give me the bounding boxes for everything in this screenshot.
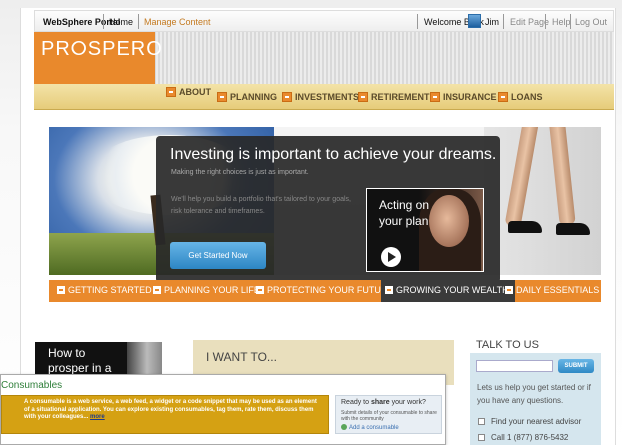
- tab-label: GETTING STARTED: [68, 285, 152, 295]
- arrow-icon: [385, 286, 393, 294]
- submit-button[interactable]: SUBMIT: [558, 359, 594, 373]
- arrow-icon: [478, 434, 485, 441]
- nav-item-investments[interactable]: INVESTMENTS: [282, 92, 359, 102]
- tab-label: PLANNING YOUR LIFE: [164, 285, 260, 295]
- toolbar-divider: [103, 14, 104, 29]
- promo-panel: Investing is important to achieve your d…: [156, 136, 500, 283]
- add-consumable-link[interactable]: Add a consumable: [341, 424, 399, 431]
- arrow-icon: [282, 92, 292, 102]
- arrow-icon: [57, 286, 65, 294]
- nav-item-label: INSURANCE: [443, 92, 497, 102]
- toolbar-divider: [570, 14, 571, 29]
- user-name[interactable]: Jim: [485, 17, 499, 27]
- tab-getting-started[interactable]: GETTING STARTED: [57, 285, 152, 295]
- i-want-to-title: I WANT TO...: [206, 350, 277, 364]
- tab-label: GROWING YOUR WEALTH: [396, 285, 509, 295]
- manage-content-link[interactable]: Manage Content: [144, 17, 211, 27]
- help-link[interactable]: Help: [552, 17, 571, 27]
- tab-daily-essentials[interactable]: DAILY ESSENTIALS: [505, 285, 599, 295]
- talk-to-us-title: TALK TO US: [476, 339, 539, 351]
- nav-item-insurance[interactable]: INSURANCE: [430, 92, 497, 102]
- logout-link[interactable]: Log Out: [575, 17, 607, 27]
- nav-item-label: LOANS: [511, 92, 543, 102]
- main-nav: ABOUT PLANNING INVESTMENTS RETIREMENT IN…: [34, 84, 614, 110]
- share-subtitle: Submit details of your consumable to sha…: [341, 410, 437, 422]
- topic-tabs: GETTING STARTED PLANNING YOUR LIFE PROTE…: [49, 280, 601, 302]
- talk-to-us-panel: SUBMIT Lets us help you get started or i…: [470, 353, 601, 445]
- link-label: Find your nearest advisor: [491, 417, 582, 426]
- nav-item-label: PLANNING: [230, 92, 277, 102]
- video-caption: Acting on your plan: [379, 198, 430, 228]
- portal-toolbar: WebSphere Portal Home Manage Content Wel…: [34, 10, 614, 32]
- play-icon[interactable]: [381, 247, 401, 267]
- toolbar-divider: [503, 14, 504, 29]
- video-thumbnail[interactable]: Acting on your plan: [366, 188, 484, 272]
- arrow-icon: [430, 92, 440, 102]
- logo-text: PR⭘SPERO: [41, 38, 163, 60]
- toolbar-divider: [545, 14, 546, 29]
- nav-item-about[interactable]: ABOUT: [166, 87, 211, 97]
- arrow-icon: [478, 418, 485, 425]
- tab-label: DAILY ESSENTIALS: [516, 285, 600, 295]
- arrow-icon: [217, 92, 227, 102]
- arrow-icon: [256, 286, 264, 294]
- link-label: Call 1 (877) 876-5432: [491, 433, 569, 442]
- tab-label: PROTECTING YOUR FUTURE: [267, 285, 394, 295]
- contact-input[interactable]: [476, 360, 553, 372]
- talk-to-us-text: Lets us help you get started or if you h…: [477, 383, 591, 405]
- add-icon: [341, 424, 347, 430]
- arrow-icon: [505, 286, 513, 294]
- promo-body: We'll help you build a portfolio that's …: [171, 196, 351, 215]
- heels-image: [484, 127, 601, 275]
- nav-item-planning[interactable]: PLANNING: [217, 92, 277, 102]
- call-link[interactable]: Call 1 (877) 876-5432: [478, 433, 568, 442]
- promo-subtitle: Making the right choices is just as impo…: [171, 169, 309, 176]
- promo-title: Investing is important to achieve your d…: [170, 146, 497, 163]
- tab-growing-your-wealth[interactable]: GROWING YOUR WEALTH: [381, 280, 515, 302]
- nav-item-retirement[interactable]: RETIREMENT: [358, 92, 430, 102]
- toolbar-divider: [417, 14, 418, 29]
- arrow-icon: [153, 286, 161, 294]
- consumables-description: A consumable is a web service, a web fee…: [24, 399, 317, 420]
- consumables-description-box: A consumable is a web service, a web fee…: [1, 395, 329, 434]
- find-advisor-link[interactable]: Find your nearest advisor: [478, 417, 581, 426]
- get-started-button[interactable]: Get Started Now: [170, 242, 266, 269]
- user-avatar-icon: [468, 14, 481, 28]
- share-panel: Ready to share your work? Submit details…: [335, 395, 442, 434]
- consumables-title: Consumables: [1, 380, 63, 391]
- toolbar-divider: [138, 14, 139, 29]
- home-link[interactable]: Home: [109, 17, 133, 27]
- how-to-text: How to prosper in a: [48, 346, 112, 375]
- nav-item-label: INVESTMENTS: [295, 92, 360, 102]
- tab-planning-your-life[interactable]: PLANNING YOUR LIFE: [153, 285, 260, 295]
- nav-item-loans[interactable]: LOANS: [498, 92, 543, 102]
- arrow-icon: [166, 87, 176, 97]
- consumables-flyout: Consumables A consumable is a web servic…: [0, 374, 446, 445]
- edit-page-link[interactable]: Edit Page: [510, 17, 549, 27]
- share-title: Ready to share your work?: [341, 399, 426, 406]
- nav-item-label: RETIREMENT: [371, 92, 430, 102]
- more-link[interactable]: more: [90, 414, 105, 420]
- arrow-icon: [358, 92, 368, 102]
- prospero-logo[interactable]: PR⭘SPERO: [34, 32, 162, 85]
- tab-protecting-your-future[interactable]: PROTECTING YOUR FUTURE: [256, 285, 393, 295]
- arrow-icon: [498, 92, 508, 102]
- nav-item-label: ABOUT: [179, 87, 211, 97]
